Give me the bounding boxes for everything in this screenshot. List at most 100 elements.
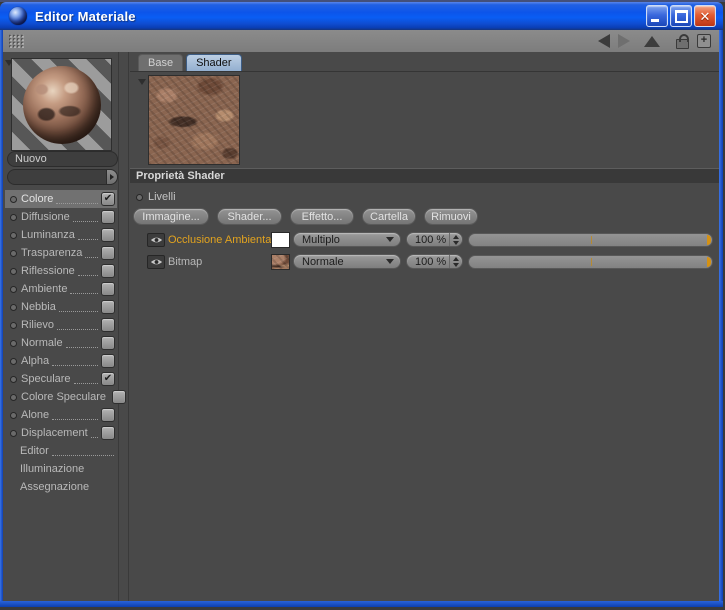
dotted-leader: [85, 249, 98, 258]
tab-underline: [130, 71, 719, 72]
channel-row-editor[interactable]: Editor: [5, 442, 117, 460]
channel-row-rilievo[interactable]: Rilievo: [5, 316, 117, 334]
channel-row-assegnazione[interactable]: Assegnazione: [5, 478, 117, 496]
dotted-leader: [66, 339, 98, 348]
opacity-slider[interactable]: [468, 233, 713, 247]
bullet-icon: [10, 304, 17, 311]
channel-checkbox[interactable]: ✔: [101, 372, 115, 386]
layer-row-bitmap[interactable]: Bitmap Normale 100 %: [130, 253, 719, 270]
channel-checkbox[interactable]: [101, 336, 115, 350]
back-arrow-button[interactable]: [598, 34, 610, 48]
window-border-right: [719, 30, 723, 607]
folder-button[interactable]: Cartella: [362, 208, 416, 225]
channel-checkbox[interactable]: [101, 408, 115, 422]
channel-checkbox[interactable]: [101, 354, 115, 368]
channel-row-normale[interactable]: Normale: [5, 334, 117, 352]
channel-checkbox[interactable]: [101, 228, 115, 242]
shader-texture-preview[interactable]: [148, 75, 240, 165]
layer-visibility-toggle[interactable]: [147, 233, 165, 247]
channel-checkbox[interactable]: [101, 426, 115, 440]
channel-checkbox[interactable]: [101, 210, 115, 224]
channel-checkbox[interactable]: [101, 264, 115, 278]
bullet-icon: [10, 358, 17, 365]
blend-mode-dropdown[interactable]: Multiplo: [293, 232, 401, 247]
layer-row-occlusione-ambientale[interactable]: Occlusione Ambientale Multiplo 100 %: [130, 231, 719, 248]
channel-checkbox[interactable]: [101, 246, 115, 260]
layer-name[interactable]: Bitmap: [168, 256, 271, 268]
layer-name[interactable]: Occlusione Ambientale: [168, 234, 271, 246]
material-name-field[interactable]: [7, 151, 118, 167]
opacity-spinner[interactable]: 100 %: [406, 232, 463, 247]
checkmark-icon: ✔: [104, 374, 112, 384]
channel-label: Illuminazione: [20, 463, 84, 475]
channel-row-diffusione[interactable]: Diffusione: [5, 208, 117, 226]
opacity-value: 100 %: [407, 256, 449, 268]
channel-row-riflessione[interactable]: Riflessione: [5, 262, 117, 280]
channel-row-colore-speculare[interactable]: Colore Speculare: [5, 388, 117, 406]
channel-label: Assegnazione: [20, 481, 89, 493]
tab-base[interactable]: Base: [138, 54, 183, 71]
close-button[interactable]: ✕: [694, 5, 716, 27]
spinner-arrows[interactable]: [449, 233, 462, 246]
down-arrow-icon: [453, 263, 459, 267]
up-arrow-icon: [453, 235, 459, 239]
channel-label: Luminanza: [21, 229, 75, 241]
material-preset-field[interactable]: [7, 169, 118, 185]
channel-row-trasparenza[interactable]: Trasparenza: [5, 244, 117, 262]
channel-row-ambiente[interactable]: Ambiente: [5, 280, 117, 298]
channel-checkbox[interactable]: [101, 282, 115, 296]
button-label: Cartella: [370, 211, 408, 223]
image-button[interactable]: Immagine...: [133, 208, 209, 225]
channel-row-luminanza[interactable]: Luminanza: [5, 226, 117, 244]
window-titlebar[interactable]: Editor Materiale ✕: [0, 2, 723, 30]
layer-color-swatch[interactable]: [271, 232, 290, 248]
up-arrow-button[interactable]: [644, 36, 660, 47]
tab-bar: Base Shader: [130, 54, 242, 71]
effect-button[interactable]: Effetto...: [290, 208, 354, 225]
button-label: Shader...: [227, 211, 271, 223]
dotted-leader: [78, 231, 98, 240]
channel-row-nebbia[interactable]: Nebbia: [5, 298, 117, 316]
remove-button[interactable]: Rimuovi: [424, 208, 478, 225]
minimize-button[interactable]: [646, 5, 668, 27]
shader-button[interactable]: Shader...: [217, 208, 282, 225]
channel-row-colore[interactable]: Colore ✔: [5, 190, 117, 208]
spinner-arrows[interactable]: [449, 255, 462, 268]
chevron-down-icon: [386, 237, 394, 242]
opacity-slider[interactable]: [468, 255, 713, 269]
bullet-icon: [10, 430, 17, 437]
shader-expander-icon[interactable]: [138, 79, 146, 85]
channel-checkbox[interactable]: [112, 390, 126, 404]
opacity-spinner[interactable]: 100 %: [406, 254, 463, 269]
drag-grip[interactable]: [8, 34, 25, 48]
channel-row-speculare[interactable]: Speculare ✔: [5, 370, 117, 388]
preset-arrow-button[interactable]: [106, 169, 118, 185]
channel-row-displacement[interactable]: Displacement: [5, 424, 117, 442]
layer-visibility-toggle[interactable]: [147, 255, 165, 269]
add-button[interactable]: +: [697, 34, 711, 48]
channel-checkbox[interactable]: [101, 300, 115, 314]
button-label: Rimuovi: [431, 211, 471, 223]
tab-label: Base: [148, 57, 173, 69]
channel-checkbox[interactable]: ✔: [101, 192, 115, 206]
material-preview[interactable]: [11, 58, 112, 151]
channel-label: Colore: [21, 193, 53, 205]
eye-icon: [150, 258, 163, 266]
channel-checkbox[interactable]: [101, 318, 115, 332]
channel-label: Ambiente: [21, 283, 67, 295]
blend-mode-dropdown[interactable]: Normale: [293, 254, 401, 269]
checkmark-icon: ✔: [104, 194, 112, 204]
lock-open-icon[interactable]: [676, 39, 689, 49]
chevron-down-icon: [386, 259, 394, 264]
channel-row-illuminazione[interactable]: Illuminazione: [5, 460, 117, 478]
bullet-icon: [10, 250, 17, 257]
layer-texture-swatch[interactable]: [271, 254, 290, 270]
forward-arrow-icon: [618, 34, 630, 48]
dotted-leader: [74, 375, 98, 384]
layers-label: Livelli: [148, 191, 176, 203]
channel-label: Displacement: [21, 427, 88, 439]
tab-shader[interactable]: Shader: [186, 54, 241, 71]
channel-row-alone[interactable]: Alone: [5, 406, 117, 424]
channel-row-alpha[interactable]: Alpha: [5, 352, 117, 370]
maximize-button[interactable]: [670, 5, 692, 27]
